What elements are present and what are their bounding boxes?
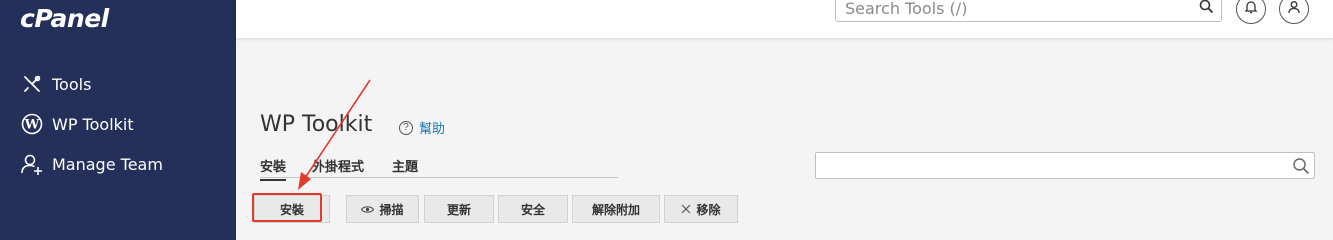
close-icon: [681, 204, 691, 214]
install-button[interactable]: 安裝: [254, 195, 330, 223]
filter-search-input[interactable]: [816, 153, 1286, 178]
bell-icon: [1244, 0, 1258, 19]
search-tools-input[interactable]: [836, 0, 1176, 21]
tools-icon: [20, 72, 44, 96]
user-menu-button[interactable]: [1279, 0, 1309, 24]
sidebar-item-tools[interactable]: Tools: [20, 71, 91, 97]
search-icon[interactable]: [1199, 0, 1214, 19]
notifications-button[interactable]: [1236, 0, 1266, 24]
sidebar-item-label: Tools: [52, 74, 92, 94]
scan-button-label: 掃描: [379, 202, 404, 217]
search-icon[interactable]: [1292, 157, 1310, 180]
sidebar-item-wp-toolkit[interactable]: W WP Toolkit: [20, 111, 134, 137]
tab-bar: 安裝 外掛程式 主題: [260, 152, 618, 181]
tab-plugins[interactable]: 外掛程式: [312, 156, 364, 175]
question-circle-icon: ?: [399, 120, 413, 135]
sidebar-item-label: Manage Team: [52, 154, 163, 174]
update-button-label: 更新: [446, 202, 471, 217]
update-button[interactable]: 更新: [424, 195, 494, 223]
manage-team-icon: [20, 152, 44, 176]
security-button-label: 安全: [520, 202, 545, 217]
remove-button-label: 移除: [696, 202, 721, 217]
help-label: 幫助: [419, 121, 446, 136]
eye-icon: [361, 205, 375, 214]
detach-button[interactable]: 解除附加: [572, 195, 660, 223]
sidebar: cPanel Tools W WP Toolkit Manage Team: [0, 0, 236, 240]
scan-button[interactable]: 掃描: [346, 195, 419, 223]
tab-themes[interactable]: 主題: [392, 156, 418, 175]
install-button-label: 安裝: [279, 202, 304, 217]
svg-text:W: W: [24, 118, 40, 133]
tab-install[interactable]: 安裝: [260, 156, 287, 181]
security-button[interactable]: 安全: [498, 195, 568, 223]
sidebar-item-manage-team[interactable]: Manage Team: [20, 151, 163, 177]
sidebar-item-label: WP Toolkit: [52, 114, 134, 134]
remove-button[interactable]: 移除: [664, 195, 738, 223]
top-header: [236, 0, 1333, 38]
user-icon: [1287, 0, 1301, 19]
detach-button-label: 解除附加: [591, 202, 640, 217]
page-title: WP Toolkit: [260, 112, 373, 137]
wordpress-icon: W: [20, 112, 44, 136]
filter-search-box: [815, 152, 1315, 179]
cpanel-logo[interactable]: cPanel: [20, 4, 109, 33]
help-link[interactable]: ? 幫助: [399, 118, 445, 137]
search-tools-box: [835, 0, 1222, 22]
